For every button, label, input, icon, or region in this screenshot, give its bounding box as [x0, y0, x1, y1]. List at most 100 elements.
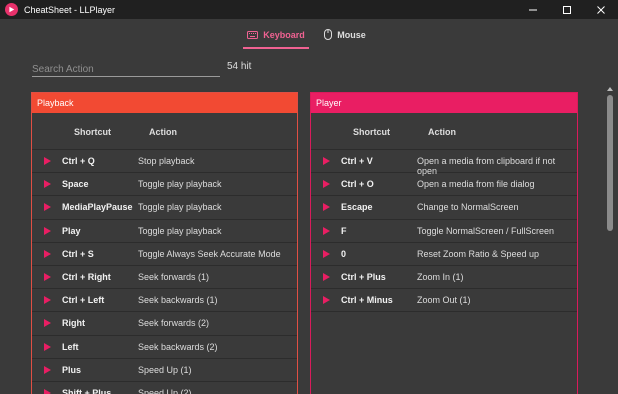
play-icon[interactable]: [44, 296, 51, 305]
shortcut-action: Toggle Always Seek Accurate Mode: [138, 248, 281, 259]
shortcut-list: Ctrl + V Open a media from clipboard if n…: [311, 150, 577, 313]
scroll-up-button[interactable]: [605, 84, 614, 93]
shortcut-row[interactable]: Play Toggle play playback: [32, 220, 297, 243]
shortcut-row[interactable]: Ctrl + Left Seek backwards (1): [32, 289, 297, 313]
shortcut-row[interactable]: Space Toggle play playback: [32, 173, 297, 197]
column-header-action: Action: [428, 127, 456, 137]
shortcut-key: Right: [62, 318, 85, 329]
play-icon[interactable]: [323, 180, 330, 189]
shortcut-key: Space: [62, 179, 89, 190]
shortcut-row[interactable]: Ctrl + Q Stop playback: [32, 150, 297, 174]
shortcut-action: Seek forwards (2): [138, 318, 210, 329]
shortcut-key: F: [341, 225, 347, 236]
shortcut-action: Seek backwards (1): [138, 295, 218, 306]
search-input[interactable]: [32, 61, 220, 78]
shortcut-action: Toggle play playback: [138, 225, 222, 236]
tab-mouse-label: Mouse: [337, 29, 366, 40]
column-header-action: Action: [149, 127, 177, 137]
play-icon[interactable]: [44, 365, 51, 374]
shortcut-key: MediaPlayPause: [62, 202, 133, 213]
shortcut-key: Ctrl + S: [62, 248, 94, 259]
shortcut-key: Play: [62, 225, 81, 236]
shortcut-row[interactable]: Ctrl + Minus Zoom Out (1): [311, 289, 577, 313]
shortcut-row[interactable]: Ctrl + Right Seek forwards (1): [32, 266, 297, 290]
shortcut-row[interactable]: Shift + Plus Speed Up (2): [32, 382, 297, 394]
shortcut-action: Zoom In (1): [417, 271, 464, 282]
shortcut-key: Ctrl + Right: [62, 271, 111, 282]
shortcut-row[interactable]: 0 Reset Zoom Ratio & Speed up: [311, 243, 577, 266]
play-icon[interactable]: [323, 296, 330, 305]
search-field[interactable]: [32, 59, 220, 78]
shortcut-row[interactable]: Ctrl + V Open a media from clipboard if n…: [311, 150, 577, 176]
close-icon: [597, 5, 605, 14]
shortcut-action: Change to NormalScreen: [417, 202, 519, 213]
tab-selected-indicator: [243, 47, 309, 49]
window-title: CheatSheet - LLPlayer: [24, 4, 116, 15]
shortcut-row[interactable]: Ctrl + Plus Zoom In (1): [311, 266, 577, 290]
column-header-shortcut: Shortcut: [353, 127, 390, 137]
shortcut-row[interactable]: Ctrl + O Open a media from file dialog: [311, 173, 577, 197]
shortcut-row[interactable]: MediaPlayPause Toggle play playback: [32, 196, 297, 220]
shortcut-key: Ctrl + Plus: [341, 271, 386, 282]
play-icon[interactable]: [323, 249, 330, 258]
shortcut-action: Speed Up (2): [138, 387, 192, 394]
tab-keyboard[interactable]: Keyboard: [243, 19, 309, 50]
shortcut-key: 0: [341, 248, 347, 259]
play-icon[interactable]: [44, 226, 51, 235]
title-bar: CheatSheet - LLPlayer: [0, 0, 618, 19]
maximize-button[interactable]: [550, 0, 584, 19]
column-header-row: Shortcut Action: [311, 113, 577, 150]
shortcut-key: Ctrl + Minus: [341, 295, 393, 306]
shortcut-row[interactable]: Ctrl + S Toggle Always Seek Accurate Mode: [32, 243, 297, 266]
shortcut-row[interactable]: Left Seek backwards (2): [32, 336, 297, 359]
tab-bar: Keyboard Mouse: [0, 19, 618, 50]
play-icon[interactable]: [44, 319, 51, 328]
scrollbar-thumb[interactable]: [607, 95, 613, 231]
play-icon[interactable]: [323, 157, 330, 165]
scrollbar[interactable]: [605, 84, 614, 394]
shortcut-row[interactable]: F Toggle NormalScreen / FullScreen: [311, 220, 577, 243]
play-icon[interactable]: [323, 272, 330, 281]
caret-up-icon: [606, 86, 613, 91]
play-icon[interactable]: [44, 272, 51, 281]
play-icon[interactable]: [44, 388, 51, 394]
mouse-icon: [324, 29, 333, 40]
play-icon[interactable]: [44, 157, 51, 165]
shortcut-action: Toggle NormalScreen / FullScreen: [417, 225, 555, 236]
shortcut-action: Open a media from file dialog: [417, 179, 535, 190]
hit-count: 54 hit: [227, 61, 252, 72]
play-icon[interactable]: [44, 249, 51, 258]
play-icon[interactable]: [323, 203, 330, 212]
shortcut-key: Ctrl + Q: [62, 156, 95, 166]
shortcut-row[interactable]: Plus Speed Up (1): [32, 359, 297, 382]
shortcut-key: Plus: [62, 364, 82, 375]
shortcut-row[interactable]: Right Seek forwards (2): [32, 312, 297, 336]
tab-keyboard-label: Keyboard: [263, 29, 305, 40]
column-header-shortcut: Shortcut: [74, 127, 111, 137]
shortcut-key: Shift + Plus: [62, 387, 112, 394]
tab-mouse[interactable]: Mouse: [320, 19, 370, 50]
shortcut-action: Stop playback: [138, 156, 195, 166]
panel-header: Player: [311, 93, 577, 113]
shortcut-action: Seek backwards (2): [138, 341, 218, 352]
shortcut-key: Ctrl + V: [341, 156, 373, 166]
close-button[interactable]: [584, 0, 618, 19]
panel-playback: Playback Shortcut Action Ctrl + Q Stop pl…: [31, 92, 298, 394]
play-icon[interactable]: [44, 203, 51, 212]
play-icon[interactable]: [323, 226, 330, 235]
shortcut-action: Zoom Out (1): [417, 295, 471, 306]
shortcut-row[interactable]: Escape Change to NormalScreen: [311, 196, 577, 220]
shortcut-key: Left: [62, 341, 79, 352]
shortcut-key: Ctrl + Left: [62, 295, 105, 306]
keyboard-icon: [247, 30, 259, 39]
minimize-button[interactable]: [516, 0, 550, 19]
minimize-icon: [529, 9, 537, 10]
play-icon[interactable]: [44, 342, 51, 351]
shortcut-list: Ctrl + Q Stop playback Space Toggle play pl…: [32, 150, 297, 394]
shortcut-key: Ctrl + O: [341, 179, 374, 190]
column-header-row: Shortcut Action: [32, 113, 297, 150]
shortcut-key: Escape: [341, 202, 373, 213]
shortcut-action: Reset Zoom Ratio & Speed up: [417, 248, 540, 259]
shortcut-action: Toggle play playback: [138, 202, 222, 213]
play-icon[interactable]: [44, 180, 51, 189]
